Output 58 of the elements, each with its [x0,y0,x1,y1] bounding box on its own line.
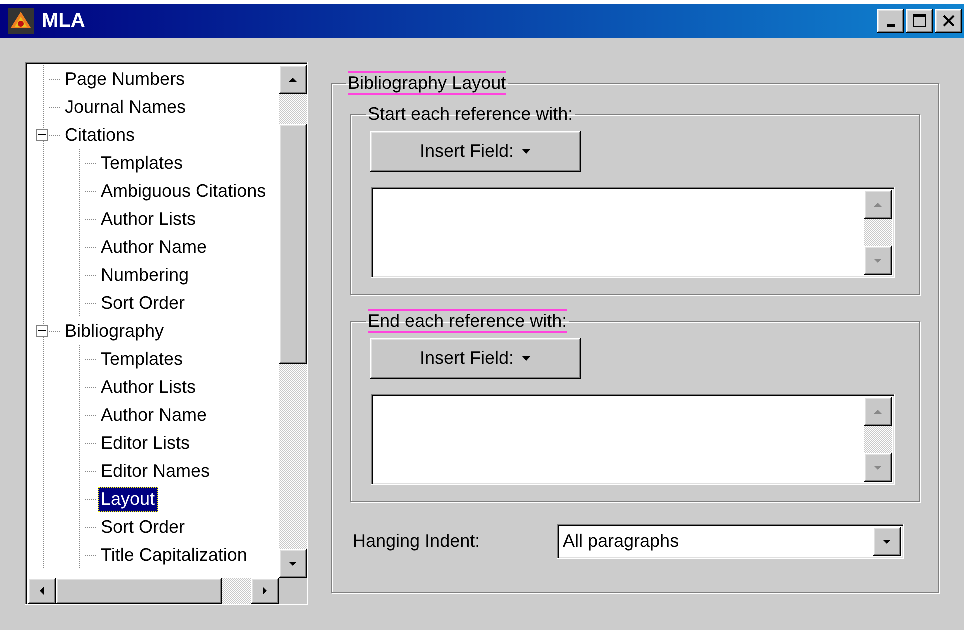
minimize-icon [886,24,894,27]
group-title: Start each reference with: [368,103,574,126]
scroll-thumb[interactable] [279,124,307,364]
tree-item[interactable]: Editor Names [98,458,214,484]
up-arrow-icon [288,76,298,84]
up-arrow-icon [873,408,883,416]
caret-icon [882,538,892,546]
tree-item[interactable]: Author Name [98,234,210,260]
minimize-button[interactable] [877,9,904,33]
tree-item[interactable]: Author Lists [98,206,200,232]
field-label: Hanging Indent: [353,531,482,552]
dropdown[interactable]: All paragraphs [557,524,904,559]
insert-field-button[interactable]: Insert Field: [370,338,581,379]
tree-item[interactable]: Citations [62,122,138,148]
horizontal-scrollbar[interactable] [28,578,279,604]
right-arrow-icon [261,586,269,596]
window-title: MLA [42,10,86,32]
up-arrow-icon [873,200,883,208]
tree-item[interactable]: Editor Lists [98,430,194,456]
tree-item[interactable]: Author Name [98,402,210,428]
vertical-scrollbar[interactable] [279,65,307,578]
scroll-down-button[interactable] [279,549,307,578]
caret-icon [522,149,532,154]
maximize-button[interactable] [906,9,933,33]
left-arrow-icon [38,586,46,596]
maximize-icon [912,14,926,28]
scroll-up-button[interactable] [279,65,307,94]
collapse-icon[interactable] [36,325,48,337]
tree-item[interactable]: Title Capitalization [98,542,250,568]
down-arrow-icon [873,256,883,264]
down-arrow-icon [288,560,298,568]
group-title: Bibliography Layout [348,71,506,95]
group-title: End each reference with: [368,309,568,333]
scroll-left-button[interactable] [28,578,56,604]
caret-icon [522,356,532,361]
collapse-icon[interactable] [36,129,48,141]
close-button[interactable] [935,9,962,33]
app-icon [8,8,34,34]
tree-item[interactable]: Sort Order [98,514,188,540]
tree-view[interactable] [25,62,308,605]
tree-item[interactable]: Layout [98,486,158,512]
tree-item[interactable]: Numbering [98,262,192,288]
scroll-right-button[interactable] [251,578,279,604]
scrollbar-corner [279,578,307,604]
insert-field-button[interactable]: Insert Field: [370,131,581,172]
down-arrow-icon [873,464,883,472]
close-icon [942,15,954,27]
scroll-thumb[interactable] [56,578,222,604]
tree-item[interactable]: Journal Names [62,94,190,120]
text-area[interactable] [371,394,895,485]
tree-item[interactable]: Bibliography [62,318,168,344]
tree-item[interactable]: Templates [98,150,186,176]
text-area[interactable] [371,187,895,278]
tree-item[interactable]: Page Numbers [62,66,188,92]
tree-item[interactable]: Author Lists [98,374,200,400]
tree-item[interactable]: Ambiguous Citations [98,178,270,204]
tree-item[interactable]: Templates [98,346,186,372]
tree-item[interactable]: Sort Order [98,290,188,316]
